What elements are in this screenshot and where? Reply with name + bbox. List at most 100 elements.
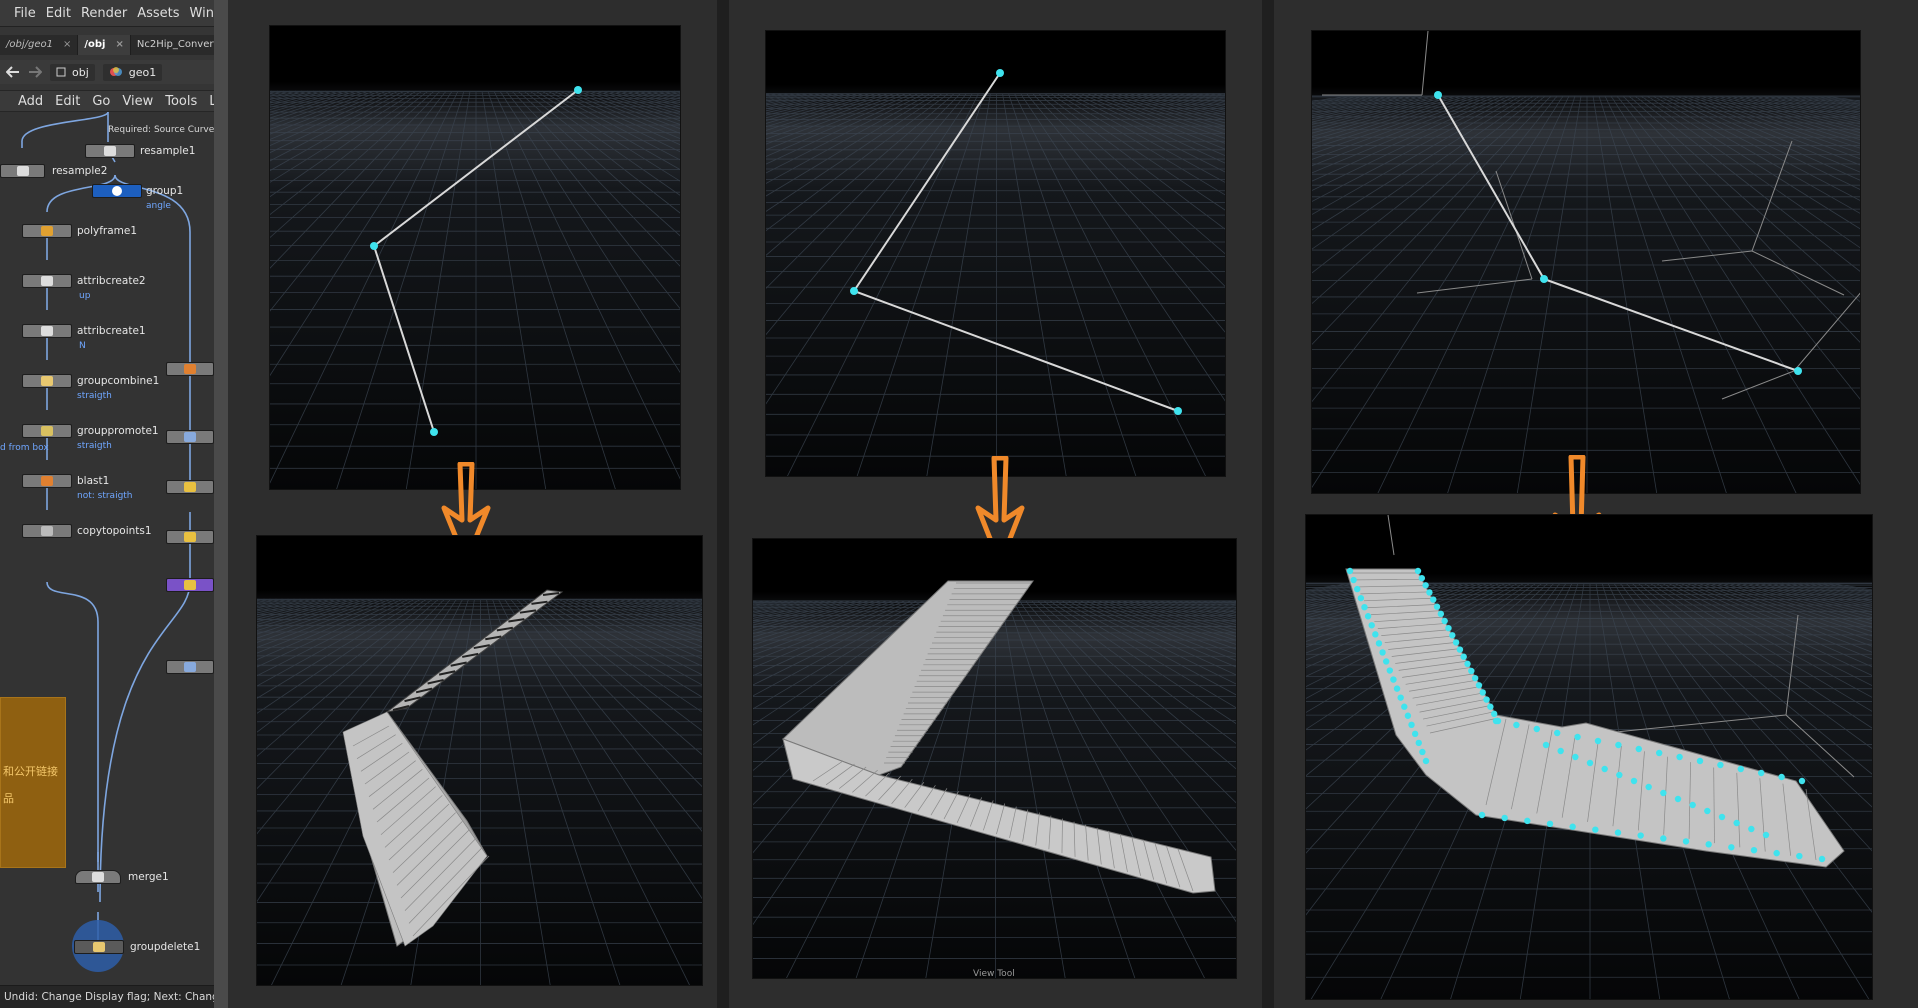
node-group1[interactable] bbox=[92, 184, 142, 198]
node-resample2[interactable] bbox=[0, 164, 45, 178]
network-menubar: Add Edit Go View Tools La bbox=[0, 90, 214, 112]
close-icon[interactable]: × bbox=[115, 35, 123, 55]
groupcombine-icon bbox=[41, 376, 53, 386]
node-label: group1 bbox=[146, 185, 184, 197]
node-grouppromote1[interactable] bbox=[22, 424, 72, 438]
netmenu-add[interactable]: Add bbox=[18, 94, 43, 109]
geo-icon bbox=[109, 67, 122, 76]
node-label: attribcreate2 bbox=[77, 275, 146, 287]
node-right-6[interactable] bbox=[166, 660, 214, 674]
menu-assets[interactable]: Assets bbox=[137, 6, 179, 21]
node-blast1[interactable] bbox=[22, 474, 72, 488]
node-label: groupcombine1 bbox=[77, 375, 160, 387]
node-right-4[interactable] bbox=[166, 530, 214, 544]
viewport-scene bbox=[1306, 515, 1872, 999]
node-groupdelete1[interactable] bbox=[74, 940, 124, 954]
viewport-col3-bottom[interactable] bbox=[1305, 514, 1873, 1000]
merge-icon bbox=[92, 872, 104, 882]
node-icon bbox=[184, 662, 196, 672]
attrib-icon bbox=[41, 326, 53, 336]
tab-obj-geo1[interactable]: /obj/geo1 × bbox=[0, 35, 79, 55]
node-right-5[interactable] bbox=[166, 578, 214, 592]
close-icon[interactable]: × bbox=[63, 35, 71, 55]
sticky-line-2: 品 bbox=[3, 792, 14, 805]
menu-render[interactable]: Render bbox=[81, 6, 127, 21]
node-right-1[interactable] bbox=[166, 362, 214, 376]
node-sub-label: up bbox=[79, 291, 91, 301]
network-canvas[interactable]: Required: Source Curve resample1 resampl… bbox=[0, 112, 214, 985]
node-sub-label: straigth bbox=[77, 441, 112, 451]
tab-label: /obj bbox=[84, 39, 106, 50]
side-note: d from box bbox=[0, 443, 49, 453]
pane-tab-bar: /obj/geo1 × /obj × Nc2Hip_Converte bbox=[0, 35, 214, 55]
node-label: groupdelete1 bbox=[130, 941, 201, 953]
node-label: grouppromote1 bbox=[77, 425, 159, 437]
tab-label: Nc2Hip_Converte bbox=[136, 39, 214, 50]
path-segment-obj[interactable]: obj bbox=[50, 63, 95, 81]
viewport-col3-top[interactable] bbox=[1311, 30, 1861, 494]
viewport-scene bbox=[1312, 31, 1860, 493]
node-label: resample1 bbox=[140, 145, 196, 157]
node-icon bbox=[184, 532, 196, 542]
node-groupcombine1[interactable] bbox=[22, 374, 72, 388]
node-resample1[interactable] bbox=[85, 144, 135, 158]
required-note: Required: Source Curve bbox=[108, 125, 214, 135]
node-sub-label: straigth bbox=[77, 391, 112, 401]
viewport-scene bbox=[766, 31, 1225, 476]
node-merge1[interactable] bbox=[75, 870, 121, 884]
path-geo1-label: geo1 bbox=[128, 65, 157, 79]
netmenu-go[interactable]: Go bbox=[92, 94, 110, 109]
node-label: merge1 bbox=[128, 871, 169, 883]
node-icon bbox=[184, 580, 196, 590]
resample-icon bbox=[104, 146, 116, 156]
grouppromote-icon bbox=[41, 426, 53, 436]
node-right-3[interactable] bbox=[166, 480, 214, 494]
node-copytopoints1[interactable] bbox=[22, 524, 72, 538]
column-separator bbox=[717, 0, 729, 1008]
netmenu-view[interactable]: View bbox=[122, 94, 153, 109]
tab-nc2hip[interactable]: Nc2Hip_Converte bbox=[131, 35, 214, 55]
node-sub-label: N bbox=[79, 341, 86, 351]
viewport-col1-top[interactable] bbox=[269, 25, 681, 490]
polyframe-icon bbox=[41, 226, 53, 236]
attrib-icon bbox=[41, 276, 53, 286]
groupdelete-icon bbox=[93, 942, 105, 952]
node-label: blast1 bbox=[77, 475, 110, 487]
network-icon bbox=[56, 67, 66, 77]
netmenu-tools[interactable]: Tools bbox=[165, 94, 197, 109]
node-polyframe1[interactable] bbox=[22, 224, 72, 238]
node-icon bbox=[184, 432, 196, 442]
pane-splitter[interactable] bbox=[214, 0, 228, 1008]
sticky-note[interactable]: 和公开链接 品 bbox=[0, 697, 66, 868]
viewport-col1-bottom[interactable] bbox=[256, 535, 703, 986]
menu-window[interactable]: Window bbox=[190, 6, 214, 21]
menu-edit[interactable]: Edit bbox=[46, 6, 71, 21]
path-obj-label: obj bbox=[72, 65, 89, 79]
node-label: resample2 bbox=[52, 165, 108, 177]
node-label: attribcreate1 bbox=[77, 325, 146, 337]
node-sub-label: not: straigth bbox=[77, 491, 133, 501]
tab-obj[interactable]: /obj × bbox=[78, 35, 131, 55]
menu-file[interactable]: File bbox=[14, 6, 36, 21]
back-arrow-icon[interactable] bbox=[6, 66, 20, 78]
network-editor-pane: File Edit Render Assets Window /obj/geo1… bbox=[0, 0, 214, 1008]
resample-icon bbox=[16, 166, 29, 176]
netmenu-edit[interactable]: Edit bbox=[55, 94, 80, 109]
sticky-line-1: 和公开链接 bbox=[3, 765, 58, 778]
viewport-col2-bottom[interactable]: View Tool bbox=[752, 538, 1237, 979]
group-icon bbox=[112, 186, 122, 196]
copy-icon bbox=[41, 526, 53, 536]
viewport-col2-top[interactable] bbox=[765, 30, 1226, 477]
node-attribcreate1[interactable] bbox=[22, 324, 72, 338]
path-segment-geo1[interactable]: geo1 bbox=[102, 63, 163, 81]
node-right-2[interactable] bbox=[166, 430, 214, 444]
node-icon bbox=[184, 482, 196, 492]
node-attribcreate2[interactable] bbox=[22, 274, 72, 288]
forward-arrow-icon[interactable] bbox=[28, 66, 42, 78]
tab-label: /obj/geo1 bbox=[6, 39, 53, 50]
column-separator bbox=[1262, 0, 1274, 1008]
status-bar: Undid: Change Display flag; Next: Change… bbox=[0, 985, 214, 1008]
path-bar: obj geo1 bbox=[0, 60, 214, 84]
screen: File Edit Render Assets Window /obj/geo1… bbox=[0, 0, 1918, 1008]
node-sub-label: angle bbox=[146, 201, 171, 211]
